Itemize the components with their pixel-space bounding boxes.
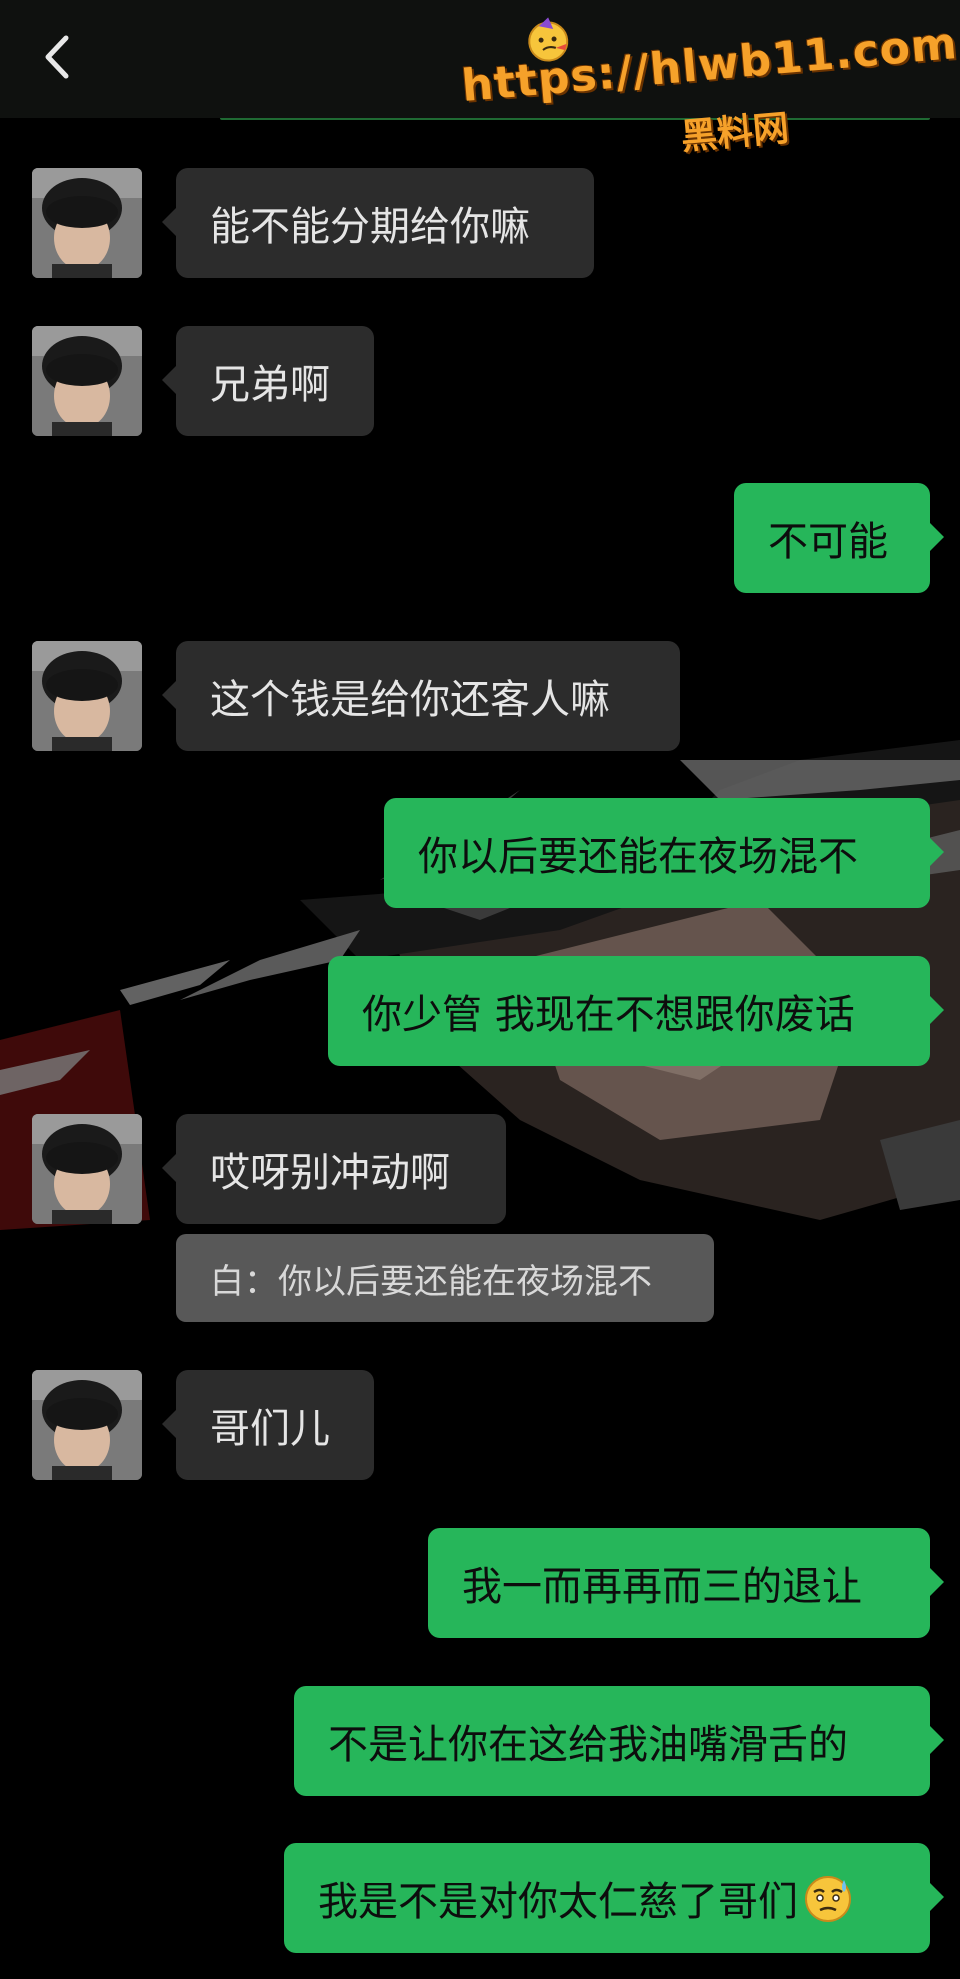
message-text: 我一而再再而三的退让 bbox=[462, 1564, 862, 1610]
outgoing-message-bubble[interactable]: 我是不是对你太仁慈了哥们 bbox=[284, 1843, 944, 1953]
outgoing-message-bubble[interactable]: 我一而再再而三的退让 bbox=[428, 1528, 944, 1638]
contact-avatar[interactable] bbox=[32, 1370, 142, 1480]
outgoing-message-bubble[interactable]: 不是让你在这给我油嘴滑舌的 bbox=[294, 1686, 944, 1796]
contact-avatar[interactable] bbox=[32, 1114, 142, 1224]
contact-avatar[interactable] bbox=[32, 641, 142, 751]
message-text: 不是让你在这给我油嘴滑舌的 bbox=[328, 1722, 848, 1768]
incoming-message-bubble[interactable]: 兄弟啊 bbox=[162, 326, 374, 436]
message-text: 我是不是对你太仁慈了哥们 bbox=[318, 1879, 798, 1925]
message-text: 哎呀别冲动啊 bbox=[210, 1150, 450, 1196]
message-text: 不可能 bbox=[768, 519, 888, 565]
incoming-message-bubble[interactable]: 这个钱是给你还客人嘛 bbox=[162, 641, 680, 751]
outgoing-message-bubble[interactable]: 不可能 bbox=[734, 483, 944, 593]
incoming-message-bubble[interactable]: 哥们儿 bbox=[162, 1370, 374, 1480]
quoted-reply-text: 白：你以后要还能在夜场混不 bbox=[210, 1261, 652, 1302]
chat-thread: 能不能分期给你嘛 兄弟啊 不可能 这个钱是给你还客人嘛 你以后要还能在夜场混不 … bbox=[0, 0, 960, 1979]
message-text: 兄弟啊 bbox=[210, 362, 330, 408]
message-text: 你以后要还能在夜场混不 bbox=[418, 834, 858, 880]
quoted-reply[interactable]: 白：你以后要还能在夜场混不 bbox=[176, 1234, 714, 1322]
message-text: 能不能分期给你嘛 bbox=[210, 204, 530, 250]
message-text: 你少管 我现在不想跟你废话 bbox=[362, 992, 855, 1038]
incoming-message-bubble[interactable]: 哎呀别冲动啊 bbox=[162, 1114, 506, 1224]
outgoing-message-bubble[interactable]: 你以后要还能在夜场混不 bbox=[384, 798, 944, 908]
sweat-smile-emoji-icon bbox=[805, 1876, 851, 1922]
contact-avatar[interactable] bbox=[32, 326, 142, 436]
outgoing-message-bubble[interactable]: 你少管 我现在不想跟你废话 bbox=[328, 956, 944, 1066]
chevron-left-icon[interactable] bbox=[38, 32, 78, 82]
watermark-subtitle: 黑料网 bbox=[679, 107, 791, 159]
message-text: 哥们儿 bbox=[210, 1406, 330, 1452]
incoming-message-bubble[interactable]: 能不能分期给你嘛 bbox=[162, 168, 594, 278]
contact-avatar[interactable] bbox=[32, 168, 142, 278]
message-text: 这个钱是给你还客人嘛 bbox=[210, 677, 610, 723]
